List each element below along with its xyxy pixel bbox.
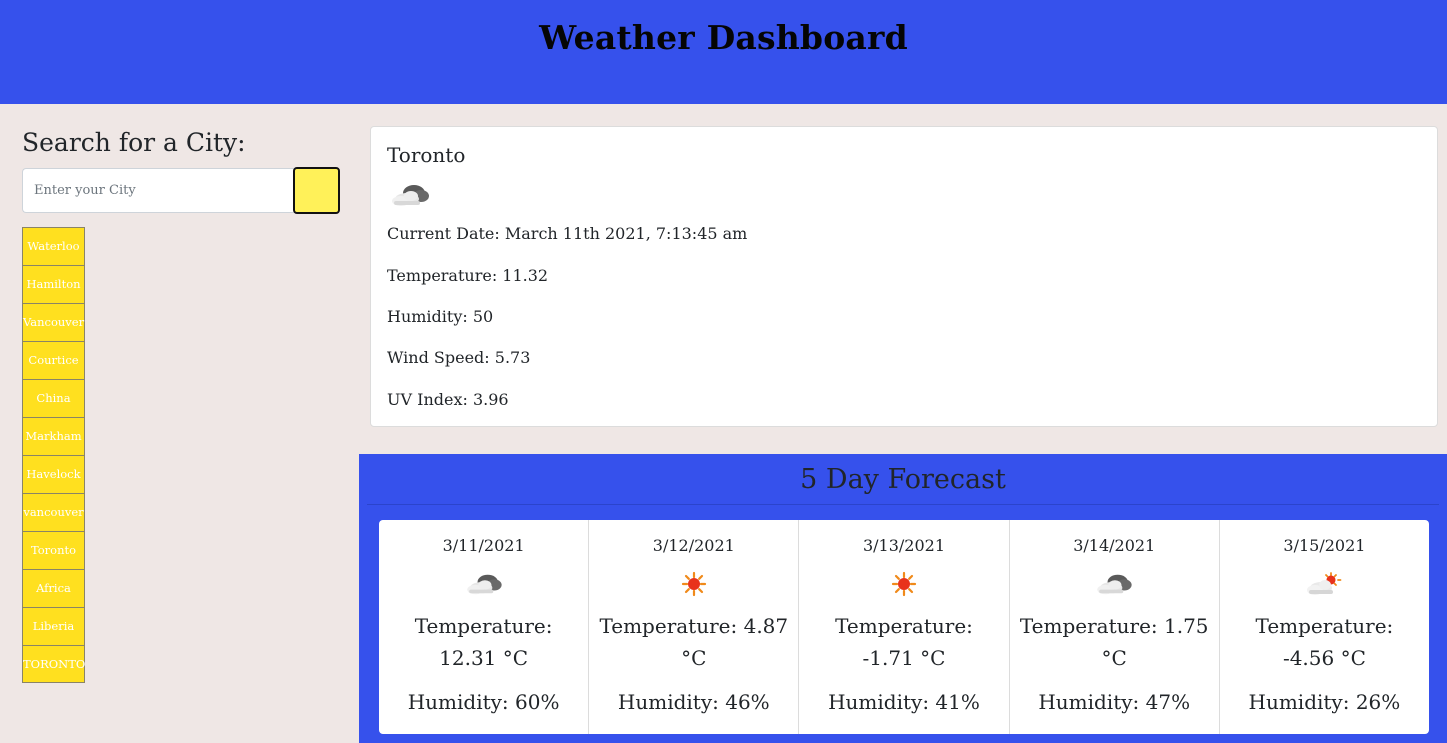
- sun-icon: [891, 571, 917, 597]
- forecast-humidity: Humidity: 60%: [407, 690, 560, 714]
- city-search-input[interactable]: [22, 168, 294, 213]
- history-item[interactable]: TORONTO: [22, 645, 85, 683]
- current-date: Current Date: March 11th 2021, 7:13:45 a…: [387, 224, 748, 243]
- cloud-icon: [392, 185, 429, 206]
- history-item[interactable]: Toronto: [22, 531, 85, 569]
- forecast-temperature: Temperature: -1.71 °C: [835, 614, 973, 670]
- forecast-date: 3/15/2021: [1283, 536, 1366, 555]
- forecast-date: 3/12/2021: [652, 536, 735, 555]
- page-title: Weather Dashboard: [539, 18, 908, 57]
- partly-cloudy-icon: [1307, 572, 1342, 595]
- current-humidity: Humidity: 50: [387, 307, 494, 326]
- search-title: Search for a City:: [22, 128, 246, 157]
- history-item-label: Waterloo: [27, 239, 80, 253]
- search-history-list: Waterloo Hamilton Vancouver Courtice Chi…: [22, 227, 85, 683]
- history-item-label: Havelock: [26, 467, 81, 481]
- history-item[interactable]: Vancouver: [22, 303, 85, 341]
- history-item[interactable]: Waterloo: [22, 227, 85, 265]
- history-item[interactable]: Markham: [22, 417, 85, 455]
- forecast-humidity: Humidity: 41%: [828, 690, 980, 714]
- forecast-day-card: 3/15/2021 Temperature: -4.56 °C Humidity: [1220, 520, 1429, 734]
- history-item[interactable]: Hamilton: [22, 265, 85, 303]
- forecast-temperature: Temperature: 4.87 °C: [599, 614, 789, 670]
- history-item-label: Vancouver: [23, 315, 85, 329]
- forecast-day-card: 3/11/2021 Temperature: 12.31 °C Humidity…: [379, 520, 590, 734]
- forecast-day-card: 3/14/2021 Temperature: 1.75 °C Humidity:…: [1010, 520, 1220, 734]
- forecast-humidity: Humidity: 46%: [617, 690, 770, 714]
- forecast-temperature: Temperature: 1.75 °C: [1019, 614, 1209, 670]
- history-item-label: Liberia: [32, 619, 75, 633]
- history-item-label: China: [36, 391, 71, 405]
- history-item-label: Markham: [25, 429, 82, 443]
- search-button[interactable]: [293, 167, 340, 214]
- current-wind-speed: Wind Speed: 5.73: [387, 348, 531, 367]
- history-item[interactable]: Courtice: [22, 341, 85, 379]
- divider: [367, 504, 1439, 505]
- forecast-temperature: Temperature: 12.31 °C: [414, 614, 553, 670]
- history-item-label: vancouver: [23, 505, 84, 519]
- current-city-name: Toronto: [387, 143, 466, 167]
- history-item[interactable]: vancouver: [22, 493, 85, 531]
- history-item[interactable]: China: [22, 379, 85, 417]
- history-item-label: Toronto: [30, 543, 77, 557]
- forecast-date: 3/13/2021: [862, 536, 946, 555]
- history-item[interactable]: Havelock: [22, 455, 85, 493]
- forecast-day-card: 3/12/2021 Temperature: 4.87 °C Humidity:…: [589, 520, 800, 734]
- page-header: Weather Dashboard: [0, 0, 1447, 104]
- current-uv-index: UV Index: 3.96: [387, 390, 509, 409]
- history-item[interactable]: Liberia: [22, 607, 85, 645]
- forecast-title: 5 Day Forecast: [800, 464, 1006, 495]
- forecast-day-card: 3/13/2021 Temperature: -1.71 °C Humidity…: [799, 520, 1010, 734]
- history-item-label: Africa: [36, 581, 71, 595]
- history-item-label: Hamilton: [26, 277, 81, 291]
- forecast-humidity: Humidity: 47%: [1038, 690, 1191, 714]
- forecast-humidity: Humidity: 26%: [1248, 690, 1401, 714]
- history-item-label: Courtice: [28, 353, 79, 367]
- forecast-date: 3/11/2021: [442, 536, 525, 555]
- history-item-label: TORONTO: [23, 657, 86, 671]
- cloud-icon: [466, 574, 502, 595]
- current-temperature: Temperature: 11.32: [387, 266, 549, 285]
- history-item[interactable]: Africa: [22, 569, 85, 607]
- forecast-temperature: Temperature: -4.56 °C: [1255, 614, 1394, 670]
- forecast-date: 3/14/2021: [1073, 536, 1156, 555]
- current-weather-card: Toronto Current Date: March 11th 2021, 7…: [370, 126, 1438, 427]
- sun-icon: [681, 571, 706, 597]
- forecast-cards: 3/11/2021 Temperature: 12.31 °C Humidity…: [379, 520, 1429, 734]
- cloud-icon: [1097, 574, 1132, 595]
- forecast-section: 5 Day Forecast 3/11/2021 Temperature: 12…: [359, 454, 1447, 743]
